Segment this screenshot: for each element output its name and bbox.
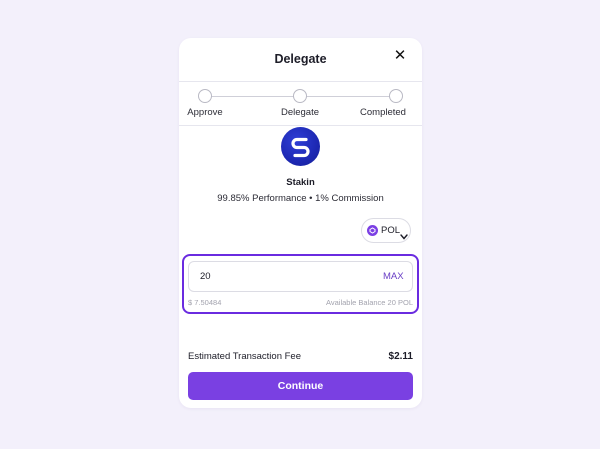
stakin-logo: [281, 127, 320, 166]
step-delegate-label: Delegate: [280, 107, 320, 118]
modal-title: Delegate: [274, 52, 327, 66]
fee-label: Estimated Transaction Fee: [188, 351, 301, 362]
fee-value: $2.11: [388, 351, 413, 362]
chevron-down-icon: [400, 227, 408, 245]
max-button[interactable]: MAX: [383, 271, 404, 282]
delegate-modal: Delegate ✕ Approve Delegate Completed St…: [179, 38, 422, 408]
usd-value: $ 7.50484: [188, 298, 222, 307]
step-approve-indicator: [198, 89, 212, 103]
token-select[interactable]: POL: [361, 218, 411, 243]
validator-name: Stakin: [286, 177, 315, 188]
available-balance: Available Balance 20 POL: [325, 298, 413, 307]
token-label: POL: [381, 225, 401, 236]
polygon-token-icon: [367, 225, 378, 236]
validator-stats: 99.85% Performance • 1% Commission: [217, 193, 384, 204]
close-icon[interactable]: ✕: [392, 48, 408, 64]
step-completed-indicator: [389, 89, 403, 103]
modal-header: Delegate ✕: [179, 38, 422, 82]
step-completed-label: Completed: [360, 107, 406, 118]
amount-input[interactable]: [188, 261, 413, 292]
step-delegate-indicator: [293, 89, 307, 103]
amount-value[interactable]: 20: [200, 271, 211, 282]
step-approve-label: Approve: [187, 107, 223, 118]
continue-button[interactable]: Continue: [188, 372, 413, 400]
